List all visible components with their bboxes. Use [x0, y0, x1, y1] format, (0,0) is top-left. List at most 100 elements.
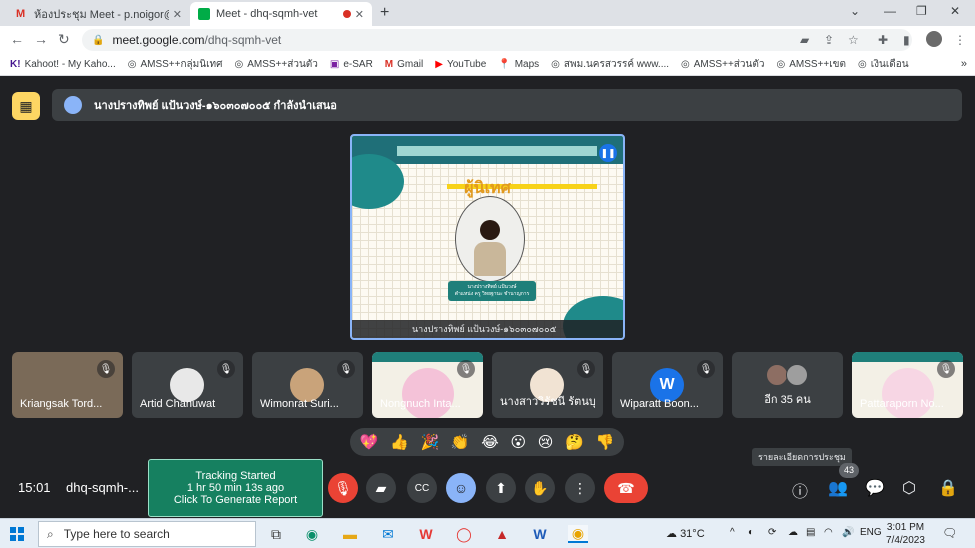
emoji-icon: ☺	[453, 480, 469, 496]
bookmark-esar[interactable]: ▣ e-SAR	[330, 59, 373, 70]
wifi-icon[interactable]: ◠	[824, 527, 833, 538]
raise-hand-button[interactable]: ✋	[525, 473, 555, 503]
share-icon[interactable]: ⇪	[824, 33, 834, 47]
captions-button[interactable]: CC	[407, 473, 437, 503]
show-hidden-icons[interactable]: ^	[730, 527, 735, 538]
participant-tile[interactable]: W 🎙 Wiparatt Boon...	[612, 352, 723, 418]
bookmark-youtube[interactable]: ▶ YouTube	[435, 59, 486, 70]
close-window-button[interactable]: ✕	[950, 4, 960, 18]
tracking-report-button[interactable]: Tracking Started 1 hr 50 min 13s ago Cli…	[148, 459, 323, 517]
participant-tile[interactable]: 🎙 Kriangsak Tord...	[12, 352, 123, 418]
youtube-icon: ▶	[435, 59, 443, 70]
activities-button[interactable]: ⬡	[902, 478, 916, 498]
forward-button[interactable]: →	[34, 31, 48, 47]
bookmark-kahoot[interactable]: K! Kahoot! - My Kaho...	[10, 59, 116, 70]
globe-icon: ◎	[127, 59, 137, 70]
tab-meeting-room[interactable]: M ห้องประชุม Meet - p.noigor@gmail ✕	[8, 2, 190, 26]
system-clock[interactable]: 3:01 PM 7/4/2023	[886, 521, 925, 547]
weather-widget[interactable]: ☁ 31°C	[666, 527, 705, 540]
bookmark-label: เงินเดือน	[870, 59, 909, 70]
tray-cloud-icon[interactable]: ☁	[788, 527, 798, 538]
reaction-clap[interactable]: 👏	[451, 433, 470, 451]
more-options-button[interactable]: ⋮	[565, 473, 595, 503]
new-tab-button[interactable]: +	[380, 4, 389, 22]
notifications-icon[interactable]: 🗨	[942, 526, 957, 540]
minimize-button[interactable]: —	[884, 4, 896, 18]
close-tab-icon[interactable]: ✕	[173, 8, 182, 21]
word-icon[interactable]: W	[530, 525, 550, 543]
bookmark-amss-supervision[interactable]: ◎ AMSS++กลุ่มนิเทศ	[128, 57, 223, 72]
people-button[interactable]: 👥	[828, 478, 848, 498]
bookmark-maps[interactable]: 📍 Maps	[498, 59, 539, 70]
reaction-thumbs-up[interactable]: 👍	[390, 433, 409, 451]
reaction-sad[interactable]: 😢	[538, 433, 554, 451]
opera-icon[interactable]: ◯	[454, 525, 474, 543]
meeting-details-button[interactable]: ⓘ	[792, 478, 808, 502]
tab-meet[interactable]: Meet - dhq-sqmh-vet ✕	[190, 2, 372, 26]
shared-screen[interactable]: ผู้นิเทศ นางปรางทิพย์ แป้นวงษ์ ตำแหน่ง ค…	[350, 134, 625, 340]
wps-office-icon[interactable]: W	[416, 525, 436, 543]
people-icon: 👥	[828, 480, 848, 497]
close-tab-icon[interactable]: ✕	[355, 8, 364, 21]
more-participants-tile[interactable]: อีก 35 คน	[732, 352, 843, 418]
browser-menu-icon[interactable]: ⋮	[954, 33, 966, 47]
reaction-laugh[interactable]: 😂	[481, 433, 499, 451]
present-screen-button[interactable]: ⬆	[486, 473, 516, 503]
bookmark-amss-personal[interactable]: ◎ AMSS++ส่วนตัว	[234, 57, 317, 72]
reactions-bar: 💖 👍 🎉 👏 😂 😮 😢 🤔 👎	[350, 428, 624, 456]
more-bookmarks-icon[interactable]: »	[961, 58, 967, 70]
address-bar[interactable]: 🔒 meet.google.com/dhq-sqmh-vet	[82, 29, 912, 51]
bookmark-label: AMSS++ส่วนตัว	[693, 59, 765, 70]
host-controls-button[interactable]: 🔒	[938, 478, 958, 498]
globe-icon: ◎	[681, 59, 690, 70]
mic-toggle-button[interactable]: 🎙	[328, 473, 358, 503]
file-explorer-icon[interactable]: ▬	[340, 525, 360, 543]
acrobat-icon[interactable]: ▲	[492, 525, 512, 543]
start-button[interactable]	[10, 527, 24, 541]
task-view-icon[interactable]: ⧉	[266, 525, 286, 543]
camera-in-use-icon[interactable]: ▰	[800, 33, 809, 47]
side-panel-icon[interactable]: ▮	[903, 33, 910, 47]
bookmark-amss-area[interactable]: ◎ AMSS++เขต	[776, 57, 846, 72]
reaction-surprised[interactable]: 😮	[510, 433, 526, 451]
shared-screen-name: นางปรางทิพย์ แป้นวงษ์-๑๖๐๓๐๗๐๐๕	[352, 320, 623, 338]
tray-app-icon[interactable]: ◐	[748, 527, 754, 538]
profile-avatar[interactable]	[926, 31, 942, 47]
tray-sync-icon[interactable]: ⟳	[768, 527, 776, 538]
bookmark-gmail[interactable]: M Gmail	[385, 59, 423, 70]
back-button[interactable]: ←	[10, 31, 24, 47]
reaction-party[interactable]: 🎉	[421, 433, 440, 451]
leave-call-button[interactable]: ☎	[604, 473, 648, 503]
chrome-icon[interactable]: ◉	[568, 525, 588, 543]
presentation-layout-icon[interactable]: ▦	[12, 92, 40, 120]
presenter-banner-text: นางปรางทิพย์ แป้นวงษ์-๑๖๐๓๐๗๐๐๕ กำลังนำเ…	[94, 100, 337, 112]
network-icon[interactable]: ▤	[806, 527, 815, 538]
presenter-avatar-icon	[64, 96, 82, 114]
participant-tile[interactable]: 🎙 Pattaraporn No...	[852, 352, 963, 418]
bookmark-star-icon[interactable]: ☆	[848, 33, 859, 47]
reaction-sparkling-heart[interactable]: 💖	[360, 433, 379, 451]
tab-search-icon[interactable]: ⌄	[850, 4, 860, 18]
reaction-thinking[interactable]: 🤔	[565, 433, 584, 451]
participant-tile[interactable]: 🎙 Nongnuch Inta...	[372, 352, 483, 418]
camera-toggle-button[interactable]: ▰	[366, 473, 396, 503]
bookmark-amss-personal-2[interactable]: ◎ AMSS++ส่วนตัว	[681, 57, 764, 72]
participant-tile[interactable]: 🎙 Wimonrat Suri...	[252, 352, 363, 418]
edge-icon[interactable]: ◉	[302, 525, 322, 543]
reload-button[interactable]: ↻	[58, 31, 70, 48]
camera-icon: ▰	[375, 479, 387, 496]
participant-tile[interactable]: 🎙 Artid Chanuwat	[132, 352, 243, 418]
bookmark-salary[interactable]: ◎ เงินเดือน	[858, 57, 909, 72]
participant-strip: 🎙 Kriangsak Tord... 🎙 Artid Chanuwat 🎙 W…	[12, 352, 964, 418]
chat-button[interactable]: 💬	[865, 478, 885, 498]
reactions-button[interactable]: ☺	[446, 473, 476, 503]
volume-icon[interactable]: 🔊	[842, 527, 854, 538]
restore-button[interactable]: ❐	[916, 4, 927, 18]
input-language[interactable]: ENG	[860, 527, 882, 538]
taskbar-search[interactable]: ⌕ Type here to search	[38, 521, 256, 547]
participant-tile[interactable]: 🎙 นางสาววิรัชนี รัตนบุรี	[492, 352, 603, 418]
bookmark-spm-nakhonsawan[interactable]: ◎ สพม.นครสวรรค์ www....	[551, 57, 669, 72]
extensions-icon[interactable]: ✚	[878, 33, 888, 47]
reaction-thumbs-down[interactable]: 👎	[595, 433, 614, 451]
mail-icon[interactable]: ✉	[378, 525, 398, 543]
